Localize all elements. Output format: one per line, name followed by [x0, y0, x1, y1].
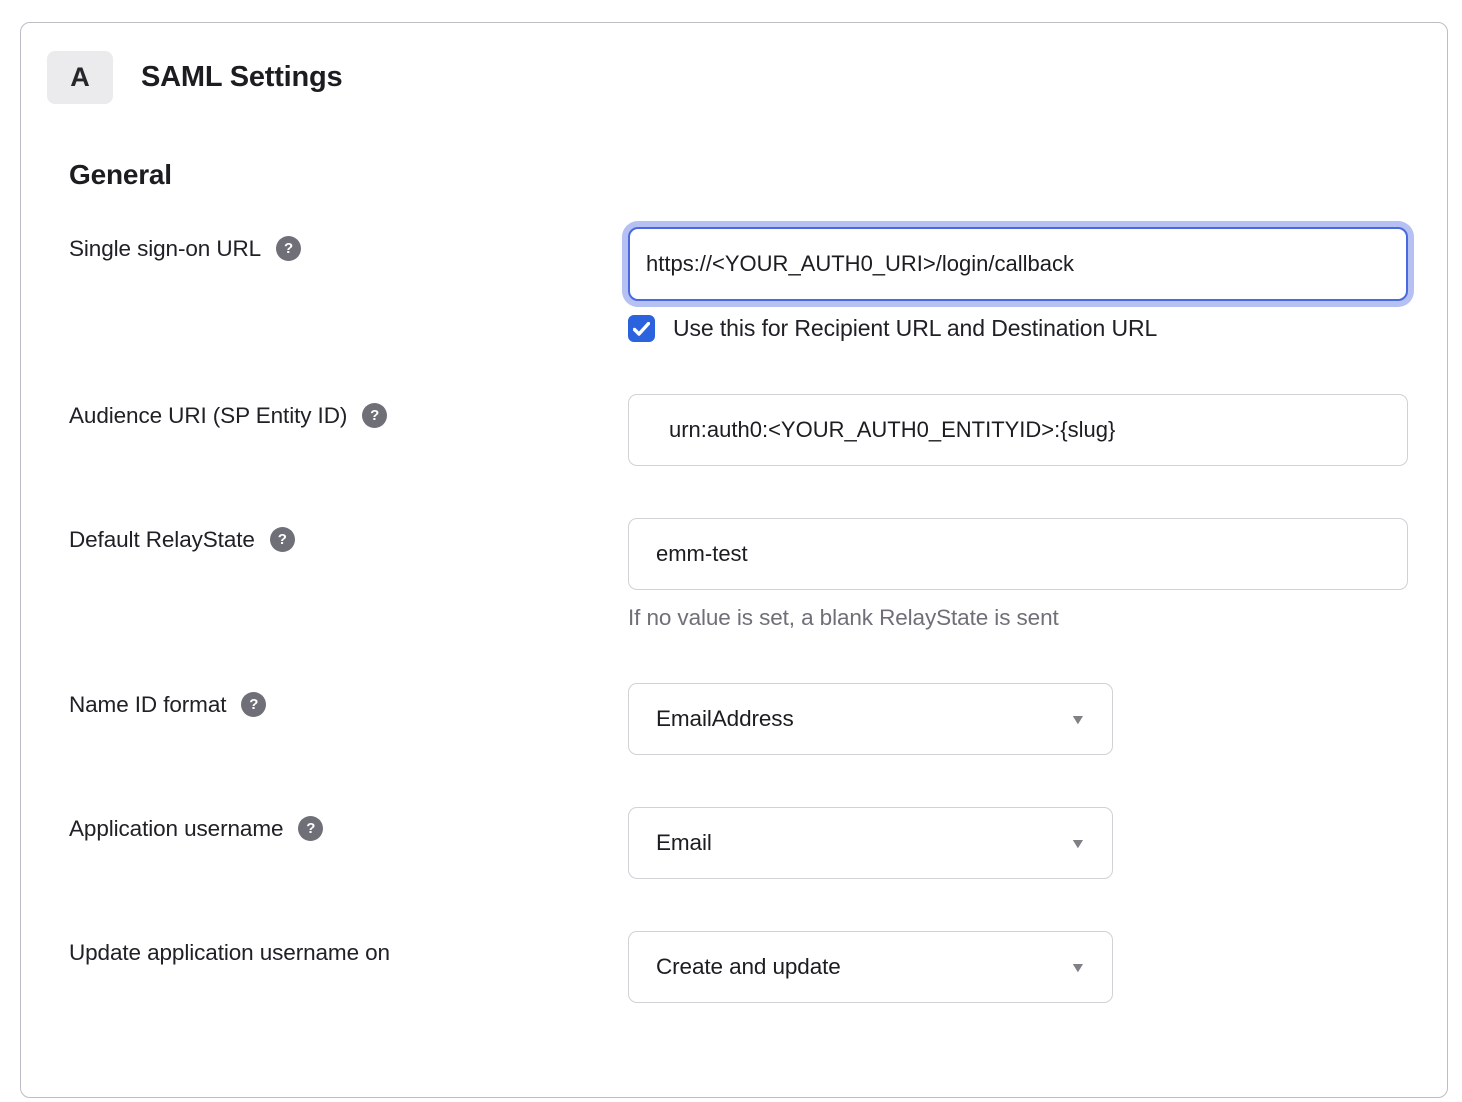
application-username-label: Application username: [69, 815, 283, 842]
field-cell: Use this for Recipient URL and Destinati…: [628, 227, 1447, 342]
update-application-username-on-label: Update application username on: [69, 939, 390, 966]
label-cell: Name ID format ?: [69, 683, 628, 755]
check-icon: [633, 322, 650, 336]
audience-uri-input[interactable]: [628, 394, 1408, 466]
single-sign-on-url-label: Single sign-on URL: [69, 235, 261, 262]
name-id-format-label: Name ID format: [69, 691, 226, 718]
field-row-application-username: Application username ? Email ▼: [69, 807, 1447, 879]
field-cell: If no value is set, a blank RelayState i…: [628, 518, 1447, 631]
application-username-select[interactable]: Email ▼: [628, 807, 1113, 879]
field-cell: Create and update ▼: [628, 931, 1447, 1003]
label-cell: Default RelayState ?: [69, 518, 628, 631]
help-icon[interactable]: ?: [241, 692, 266, 717]
single-sign-on-url-input[interactable]: [628, 227, 1408, 301]
label-cell: Audience URI (SP Entity ID) ?: [69, 394, 628, 466]
chevron-down-icon: ▼: [1069, 835, 1086, 851]
panel-header: A SAML Settings: [21, 23, 1447, 104]
field-cell: EmailAddress ▼: [628, 683, 1447, 755]
update-application-username-on-select[interactable]: Create and update ▼: [628, 931, 1113, 1003]
field-cell: Email ▼: [628, 807, 1447, 879]
label-cell: Update application username on: [69, 931, 628, 1003]
audience-uri-label: Audience URI (SP Entity ID): [69, 402, 347, 429]
help-icon[interactable]: ?: [276, 236, 301, 261]
default-relay-state-input[interactable]: [628, 518, 1408, 590]
saml-settings-panel: A SAML Settings General Single sign-on U…: [20, 22, 1448, 1098]
field-row-audience-uri: Audience URI (SP Entity ID) ?: [69, 394, 1447, 466]
chevron-down-icon: ▼: [1069, 711, 1086, 727]
field-row-default-relay-state: Default RelayState ? If no value is set,…: [69, 518, 1447, 631]
application-username-selected-value: Email: [656, 830, 712, 856]
section-badge: A: [47, 51, 113, 104]
relay-state-helper-text: If no value is set, a blank RelayState i…: [628, 605, 1447, 631]
help-icon[interactable]: ?: [270, 527, 295, 552]
chevron-down-icon: ▼: [1069, 959, 1086, 975]
field-row-name-id-format: Name ID format ? EmailAddress ▼: [69, 683, 1447, 755]
help-icon[interactable]: ?: [298, 816, 323, 841]
recipient-url-checkbox-row: Use this for Recipient URL and Destinati…: [628, 315, 1447, 342]
page-title: SAML Settings: [141, 61, 343, 94]
label-cell: Single sign-on URL ?: [69, 227, 628, 342]
recipient-url-checkbox-label: Use this for Recipient URL and Destinati…: [673, 315, 1157, 342]
section-heading-general: General: [69, 159, 1447, 191]
name-id-format-selected-value: EmailAddress: [656, 706, 794, 732]
saml-settings-form: Single sign-on URL ? Use this for Recipi…: [21, 227, 1447, 1003]
help-icon[interactable]: ?: [362, 403, 387, 428]
field-row-update-application-username-on: Update application username on Create an…: [69, 931, 1447, 1003]
recipient-url-checkbox[interactable]: [628, 315, 655, 342]
default-relay-state-label: Default RelayState: [69, 526, 255, 553]
update-application-username-selected-value: Create and update: [656, 954, 841, 980]
label-cell: Application username ?: [69, 807, 628, 879]
field-row-single-sign-on-url: Single sign-on URL ? Use this for Recipi…: [69, 227, 1447, 342]
field-cell: [628, 394, 1447, 466]
name-id-format-select[interactable]: EmailAddress ▼: [628, 683, 1113, 755]
